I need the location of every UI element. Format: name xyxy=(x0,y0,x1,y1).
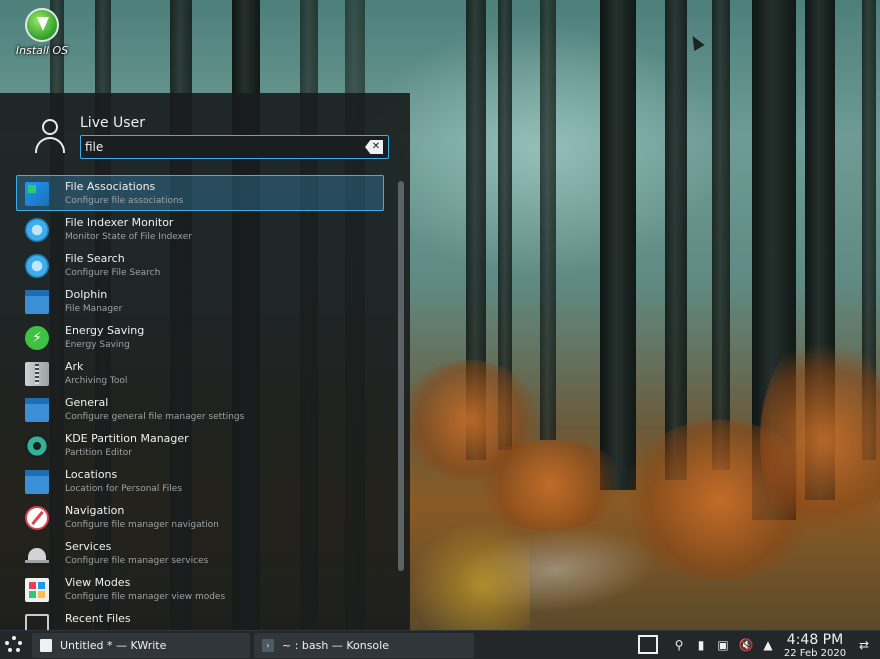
result-item-recent-files[interactable]: Recent Files xyxy=(16,607,384,630)
energy-icon: ⚡ xyxy=(25,326,49,350)
archive-icon xyxy=(25,362,49,386)
recent-icon xyxy=(25,614,49,630)
result-title: Ark xyxy=(65,360,84,373)
result-subtitle: Partition Editor xyxy=(65,448,133,458)
task-kwrite[interactable]: Untitled * — KWrite xyxy=(32,633,250,658)
konsole-icon: › xyxy=(262,639,274,652)
result-title: Energy Saving xyxy=(65,324,145,337)
result-title: General xyxy=(65,396,109,409)
result-item-dolphin[interactable]: Dolphin File Manager xyxy=(16,283,384,319)
task-label: Untitled * — KWrite xyxy=(60,639,167,652)
result-subtitle: Archiving Tool xyxy=(65,376,128,386)
result-subtitle: Location for Personal Files xyxy=(65,484,183,494)
result-item-file-associations[interactable]: File Associations Configure file associa… xyxy=(16,175,384,211)
show-desktop-icon[interactable] xyxy=(638,635,658,654)
digital-clock[interactable]: 4:48 PM 22 Feb 2020 xyxy=(778,632,852,659)
clock-date: 22 Feb 2020 xyxy=(783,648,847,659)
app-launcher-icon[interactable] xyxy=(4,635,24,655)
result-item-file-search[interactable]: File Search Configure File Search xyxy=(16,247,384,283)
result-subtitle: Monitor State of File Indexer xyxy=(65,232,192,242)
result-item-kde-partition-manager[interactable]: KDE Partition Manager Partition Editor xyxy=(16,427,384,463)
launcher-header: Live User ✕ xyxy=(0,93,410,173)
search-icon xyxy=(25,254,49,278)
clear-text-icon[interactable]: ✕ xyxy=(365,140,383,154)
result-item-general[interactable]: General Configure general file manager s… xyxy=(16,391,384,427)
task-konsole[interactable]: › ~ : bash — Konsole xyxy=(254,633,474,658)
view-modes-icon xyxy=(25,578,49,602)
result-title: Recent Files xyxy=(65,612,131,625)
result-subtitle: Configure file manager navigation xyxy=(65,520,219,530)
task-label: ~ : bash — Konsole xyxy=(282,639,389,652)
kwrite-icon xyxy=(40,639,52,652)
file-associations-icon xyxy=(25,182,49,206)
search-box[interactable]: ✕ xyxy=(80,135,389,159)
install-os-label: Install OS xyxy=(15,44,69,57)
result-item-navigation[interactable]: Navigation Configure file manager naviga… xyxy=(16,499,384,535)
scrollbar-thumb[interactable] xyxy=(398,181,404,571)
result-item-energy-saving[interactable]: ⚡ Energy Saving Energy Saving xyxy=(16,319,384,355)
result-title: KDE Partition Manager xyxy=(65,432,189,445)
result-item-view-modes[interactable]: View Modes Configure file manager view m… xyxy=(16,571,384,607)
network-icon[interactable]: ⚲ xyxy=(671,637,687,653)
tray-expand-icon[interactable]: ▲ xyxy=(760,637,776,653)
application-launcher: Live User ✕ File Associations Configure … xyxy=(0,93,410,630)
result-title: File Search xyxy=(65,252,125,265)
result-item-locations[interactable]: Locations Location for Personal Files xyxy=(16,463,384,499)
partition-icon xyxy=(25,434,49,458)
result-item-services[interactable]: Services Configure file manager services xyxy=(16,535,384,571)
search-input[interactable] xyxy=(85,138,355,156)
indexer-icon xyxy=(25,218,49,242)
result-subtitle: Configure file manager view modes xyxy=(65,592,226,602)
result-subtitle: Energy Saving xyxy=(65,340,130,350)
services-icon xyxy=(25,542,49,566)
result-subtitle: File Manager xyxy=(65,304,123,314)
compass-icon xyxy=(25,506,49,530)
taskbar: Untitled * — KWrite › ~ : bash — Konsole… xyxy=(0,630,880,659)
mouse-cursor xyxy=(687,32,705,52)
folder-icon xyxy=(25,470,49,494)
result-title: File Indexer Monitor xyxy=(65,216,174,229)
user-name: Live User xyxy=(80,115,145,131)
result-title: Dolphin xyxy=(65,288,108,301)
result-subtitle: Configure file associations xyxy=(65,196,184,206)
volume-muted-icon[interactable]: 🔇 xyxy=(738,637,754,653)
result-subtitle: Configure file manager services xyxy=(65,556,209,566)
results-scrollbar[interactable] xyxy=(398,181,404,571)
result-subtitle: Configure general file manager settings xyxy=(65,412,245,422)
folder-icon xyxy=(25,398,49,422)
result-title: Services xyxy=(65,540,112,553)
result-title: Navigation xyxy=(65,504,125,517)
user-avatar-icon[interactable] xyxy=(34,119,66,153)
result-subtitle: Configure File Search xyxy=(65,268,161,278)
result-title: Locations xyxy=(65,468,118,481)
install-os-icon xyxy=(25,8,59,42)
search-results-list: File Associations Configure file associa… xyxy=(16,175,386,630)
result-title: File Associations xyxy=(65,180,156,193)
clock-time: 4:48 PM xyxy=(786,632,844,648)
result-item-file-indexer-monitor[interactable]: File Indexer Monitor Monitor State of Fi… xyxy=(16,211,384,247)
removable-devices-icon[interactable]: ▮ xyxy=(693,637,709,653)
result-title: View Modes xyxy=(65,576,131,589)
panel-settings-icon[interactable]: ⇄ xyxy=(856,637,872,653)
clipboard-icon[interactable]: ▣ xyxy=(715,637,731,653)
folder-icon xyxy=(25,290,49,314)
install-os-desktop-icon[interactable]: Install OS xyxy=(14,8,70,57)
result-item-ark[interactable]: Ark Archiving Tool xyxy=(16,355,384,391)
